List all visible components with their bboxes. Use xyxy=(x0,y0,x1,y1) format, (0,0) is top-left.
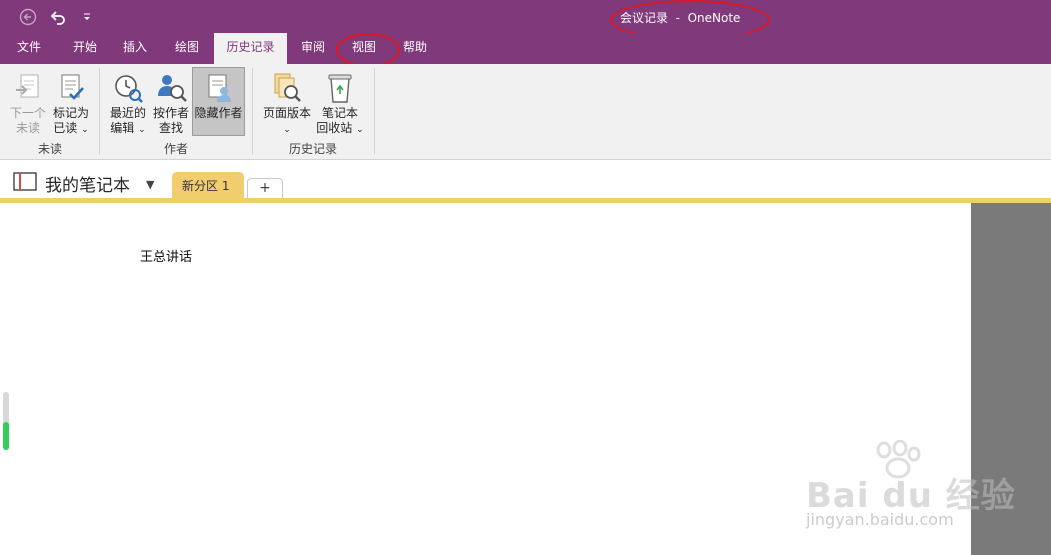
group-label-history: 历史记录 xyxy=(288,142,337,156)
tab-history[interactable]: 历史记录 xyxy=(214,33,287,64)
watermark-url: jingyan.baidu.com xyxy=(806,510,954,529)
add-section-button[interactable]: + xyxy=(247,178,283,199)
mark-read-icon xyxy=(55,72,87,104)
recent-edits-clock-icon xyxy=(112,72,144,104)
tab-home[interactable]: 开始 xyxy=(63,33,107,64)
group-divider xyxy=(252,68,253,154)
recycle-bin-icon xyxy=(324,72,356,104)
notebook-name[interactable]: 我的笔记本 xyxy=(45,171,130,196)
chevron-down-icon: ⌄ xyxy=(138,125,146,135)
title-bar xyxy=(0,0,1051,33)
chevron-down-icon: ⌄ xyxy=(356,125,364,135)
ribbon-tab-bar xyxy=(0,33,1051,64)
find-by-author-button[interactable]: 按作者 查找 xyxy=(150,72,192,136)
page-note-text[interactable]: 王总讲话 xyxy=(140,246,192,265)
scroll-indicator-thumb[interactable] xyxy=(3,422,9,450)
chevron-down-icon: ⌄ xyxy=(283,125,291,135)
annotation-ring-view-tab xyxy=(336,33,400,67)
notebook-recycle-bin-button[interactable]: 笔记本 回收站 ⌄ xyxy=(315,72,365,138)
notebook-icon xyxy=(13,172,37,195)
group-label-unread: 未读 xyxy=(37,142,62,156)
section-tab-label: 新分区 1 xyxy=(182,179,230,193)
next-unread-icon xyxy=(12,72,44,104)
tab-draw[interactable]: 绘图 xyxy=(165,33,209,64)
mark-as-read-button[interactable]: 标记为 已读 ⌄ xyxy=(50,72,92,138)
recent-edits-button[interactable]: 最近的 编辑 ⌄ xyxy=(107,72,149,138)
hide-authors-icon xyxy=(203,72,235,104)
tab-insert[interactable]: 插入 xyxy=(113,33,157,64)
undo-icon[interactable] xyxy=(48,7,68,27)
next-unread-button[interactable]: 下一个 未读 xyxy=(7,72,49,136)
tab-file[interactable]: 文件 xyxy=(7,33,51,64)
back-circle-icon[interactable] xyxy=(18,7,38,27)
group-divider xyxy=(374,68,375,154)
customize-toolbar-icon[interactable] xyxy=(77,7,97,27)
chevron-down-icon: ⌄ xyxy=(81,125,89,135)
page-versions-icon xyxy=(271,72,303,104)
group-divider xyxy=(99,68,100,154)
group-label-authors: 作者 xyxy=(163,142,188,156)
find-by-author-icon xyxy=(155,72,187,104)
notebook-bar xyxy=(0,160,1051,200)
chevron-down-icon[interactable]: ▼ xyxy=(146,178,154,191)
tab-review[interactable]: 审阅 xyxy=(291,33,335,64)
page-versions-button[interactable]: 页面版本 ⌄ xyxy=(261,72,313,138)
hide-authors-button[interactable]: 隐藏作者 xyxy=(192,67,245,136)
